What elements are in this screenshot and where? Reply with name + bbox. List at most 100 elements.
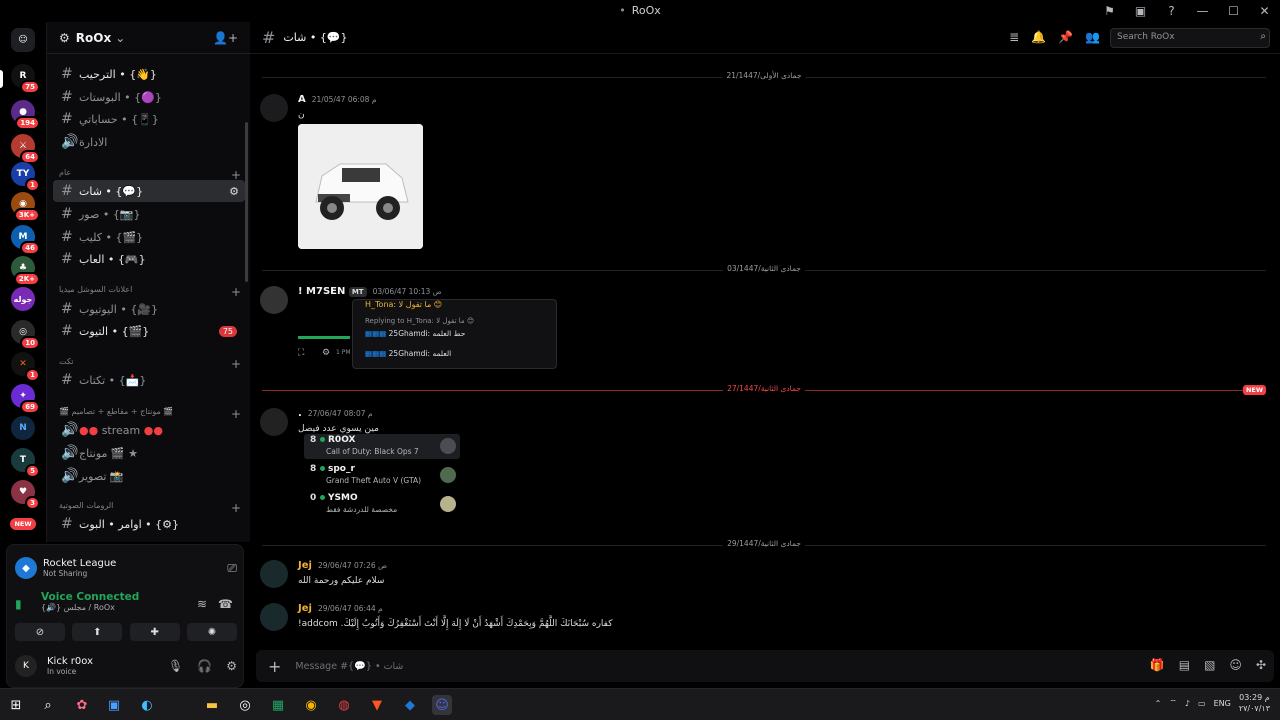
disconnect-icon[interactable]: ☎ <box>218 597 233 611</box>
excel-icon[interactable]: ▦ <box>268 695 288 715</box>
device-icon[interactable]: ▣ <box>1125 4 1156 18</box>
channel-item[interactable]: # حساباتي • {📱} <box>53 108 245 130</box>
members-icon[interactable]: 👥 <box>1085 30 1100 44</box>
windows-start-icon[interactable]: ⊞ <box>6 695 26 715</box>
category-header[interactable]: اعلانات السوشل ميديا + <box>59 285 241 299</box>
car-image[interactable] <box>298 124 423 249</box>
store-icon[interactable]: ▣ <box>104 695 124 715</box>
voice-channel-item[interactable]: 🔊 تصوير 📸 <box>53 465 245 487</box>
server-header[interactable]: ⚙ RoOx ⌄ 👤+ <box>47 22 250 54</box>
server-icon[interactable]: ♣ 2K+ <box>11 256 40 286</box>
ranking-row[interactable]: 0 YSMO مخصصة للدردشة فقط <box>304 492 460 517</box>
headphones-icon[interactable]: 🎧 <box>197 659 212 673</box>
channel-item[interactable]: # الترحيب • {👋} <box>53 63 245 85</box>
server-icon[interactable]: ● 194 <box>11 100 40 130</box>
voice-channel-item[interactable]: 🔊 الادارة <box>53 131 245 153</box>
signal-icon[interactable]: ▮ <box>15 597 22 611</box>
server-icon[interactable]: ◎ 10 <box>11 320 40 350</box>
battery-icon[interactable]: ▭ <box>1198 699 1206 708</box>
chevron-up-icon[interactable]: ⌃ <box>1155 699 1162 708</box>
server-icon[interactable]: R 75 <box>11 64 40 94</box>
network-icon[interactable]: ⌔ <box>1169 698 1177 708</box>
channel-item[interactable]: # تكتات • {📩} <box>53 369 245 391</box>
add-attachment-icon[interactable]: + <box>268 657 281 676</box>
clock[interactable]: 03:29 م ٢٧/٠٧/١٣ <box>1239 692 1270 714</box>
ranking-row[interactable]: 8 spo_r Grand Theft Auto V (GTA) <box>304 463 460 488</box>
minimize-icon[interactable]: — <box>1187 4 1218 18</box>
apps-icon[interactable]: ✣ <box>1256 658 1266 672</box>
user-info[interactable]: K Kick r0ox In voice 🎙 🎧 ⚙ <box>15 649 237 683</box>
language-indicator[interactable]: ENG <box>1214 699 1231 708</box>
threads-icon[interactable]: ≣ <box>1009 30 1019 44</box>
expand-icon[interactable]: ⛶ <box>298 348 304 358</box>
search-input[interactable]: Search RoOx <box>1110 28 1270 48</box>
settings-icon[interactable]: ⚙ <box>322 348 330 358</box>
microphone-icon[interactable]: 🎙 <box>168 659 183 673</box>
app-icon[interactable]: ◎ <box>235 695 255 715</box>
search-icon[interactable]: ⌕ <box>38 695 58 715</box>
channel-item[interactable]: # اوامر • البوت • {⚙} <box>53 513 245 535</box>
help-icon[interactable]: ? <box>1156 4 1187 18</box>
pin-icon[interactable]: 📌 <box>1058 30 1073 44</box>
discord-home-icon[interactable]: ☺ <box>11 28 35 52</box>
server-icon[interactable]: T5 <box>11 448 40 478</box>
server-icon[interactable]: ✕ 1 <box>11 352 40 382</box>
activity-card[interactable]: ◆ Rocket League Not Sharing ⎚ <box>15 551 237 585</box>
channel-item[interactable]: # التيوت • {🎬} 75 <box>53 320 245 342</box>
brave-icon[interactable]: ▼ <box>367 695 387 715</box>
sidebar-scrollbar[interactable] <box>245 122 248 282</box>
username: Kick r0ox <box>47 656 94 667</box>
maximize-icon[interactable]: ☐ <box>1218 4 1249 18</box>
camera-off-button[interactable]: ⊘ <box>15 623 65 641</box>
message-composer[interactable]: + Message #{💬} • شات 🎁 ▤ ▧ ☺ ✣ <box>256 650 1274 682</box>
server-icon[interactable]: جوله <box>11 287 35 311</box>
voice-channel-item[interactable]: 🔊 مونتاج 🎬 ★ <box>53 442 245 464</box>
server-icon[interactable]: ⚔ 64 <box>11 134 40 164</box>
screen-share-button[interactable]: ⬆ <box>72 623 123 641</box>
activities-button[interactable]: ✚ <box>129 623 180 641</box>
new-tag: NEW <box>1242 385 1266 395</box>
rocket-league-icon: ◆ <box>15 557 37 579</box>
channel-item[interactable]: # البوستات • {🟣} <box>53 86 245 108</box>
edge-icon[interactable]: ◐ <box>137 695 157 715</box>
channel-item[interactable]: # صور • {📷} <box>53 203 245 225</box>
emoji-icon[interactable]: ☺ <box>1229 658 1242 672</box>
copilot-icon[interactable]: ✿ <box>72 695 92 715</box>
folder-icon[interactable]: ▬ <box>202 695 222 715</box>
server-icon[interactable]: TY 1 <box>11 162 40 192</box>
chrome-icon[interactable]: ◉ <box>301 695 321 715</box>
server-icon[interactable]: M 46 <box>11 225 40 255</box>
reply-embed[interactable]: H_Tona: ما تقول لا 😊 Replying to H_Tona:… <box>352 299 557 369</box>
server-icon[interactable]: ◉ 3K+ <box>11 192 40 222</box>
message-input[interactable]: Message #{💬} • شات <box>295 661 403 672</box>
screen-share-icon[interactable]: ⎚ <box>227 561 237 576</box>
server-icon[interactable]: N <box>11 416 35 440</box>
sticker-icon[interactable]: ▧ <box>1204 658 1215 672</box>
server-icon[interactable]: ♥ 3 <box>11 480 40 510</box>
settings-icon[interactable]: ⚙ <box>229 185 239 198</box>
channel-item[interactable]: # كليب • {🎬} <box>53 226 245 248</box>
voice-channel[interactable]: {🔊} مجلس / RoOx <box>41 603 139 612</box>
settings-icon[interactable]: ⚙ <box>226 659 237 673</box>
discord-icon[interactable]: ☺ <box>432 695 452 715</box>
soundboard-button[interactable]: ✺ <box>186 623 237 641</box>
app-icon[interactable]: ◍ <box>334 695 354 715</box>
channel-item-active[interactable]: # شات • {💬} ⚙ <box>53 180 245 202</box>
noise-icon[interactable]: ≋ <box>197 597 207 611</box>
voice-channel-item[interactable]: 🔊 ●● stream ●● <box>53 419 245 441</box>
gift-icon[interactable]: 🎁 <box>1150 658 1165 672</box>
inbox-icon[interactable]: ⚑ <box>1094 4 1125 18</box>
server-icon[interactable]: ✦ 69 <box>11 384 40 414</box>
message-text: سلام عليكم ورحمة الله <box>298 576 385 586</box>
channel-item[interactable]: # اليوتيوب • {🎥} <box>53 298 245 320</box>
add-user-icon[interactable]: 👤+ <box>213 31 238 45</box>
gif-icon[interactable]: ▤ <box>1179 658 1190 672</box>
volume-icon[interactable]: ♪ <box>1185 699 1190 708</box>
close-icon[interactable]: ✕ <box>1249 4 1280 18</box>
ranking-row[interactable]: 8 R0OX Call of Duty: Black Ops 7 <box>304 434 460 459</box>
game-icon <box>440 438 456 454</box>
window-titlebar: • RoOx ⚑ ▣ ? — ☐ ✕ <box>0 0 1280 22</box>
rocket-league-icon[interactable]: ◆ <box>400 695 420 715</box>
channel-item[interactable]: # العاب • {🎮} <box>53 248 245 270</box>
bell-icon[interactable]: 🔔 <box>1031 30 1046 44</box>
